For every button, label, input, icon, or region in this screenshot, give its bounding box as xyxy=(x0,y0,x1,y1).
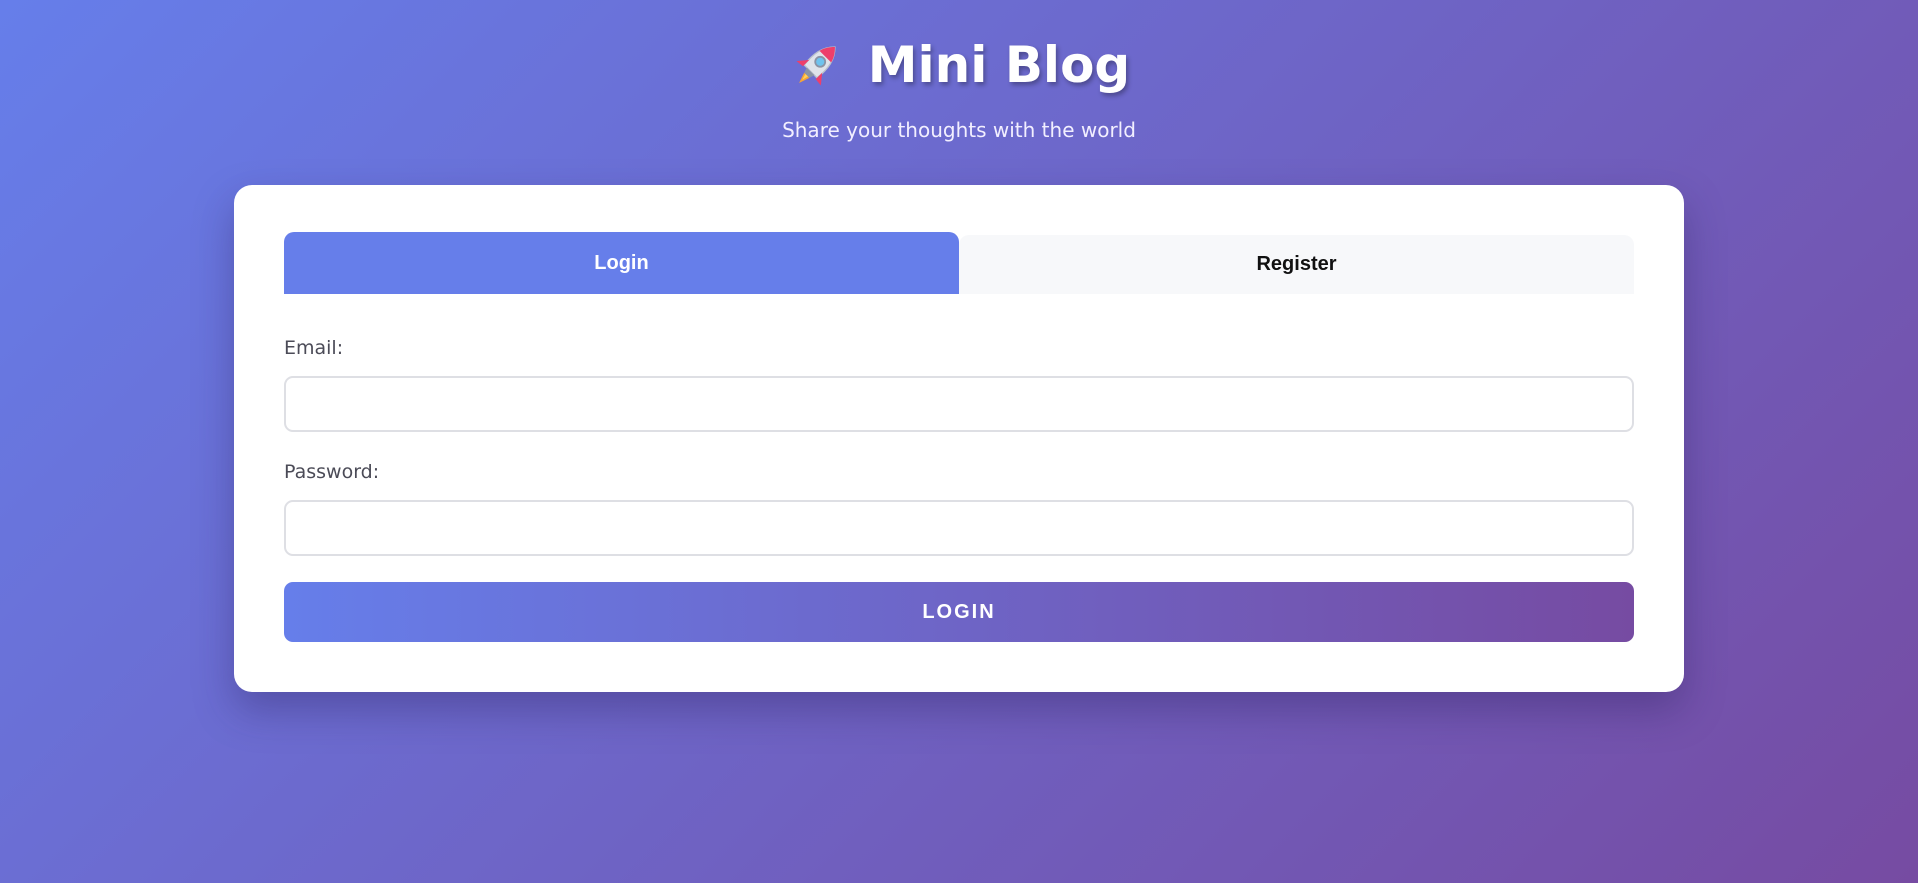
tab-register[interactable]: Register xyxy=(959,235,1634,294)
site-title-text: Mini Blog xyxy=(867,36,1131,94)
auth-tabs: Login Register xyxy=(284,232,1634,294)
password-label: Password: xyxy=(284,461,380,483)
email-label: Email: xyxy=(284,337,344,359)
login-button[interactable]: LOGIN xyxy=(284,582,1634,642)
password-field[interactable] xyxy=(284,500,1634,556)
site-subtitle: Share your thoughts with the world xyxy=(782,118,1136,142)
site-title: Mini Blog xyxy=(0,30,1918,100)
tab-login[interactable]: Login xyxy=(284,232,959,294)
email-field[interactable] xyxy=(284,376,1634,432)
rocket-icon xyxy=(788,36,846,94)
auth-card: Login Register Email: Password: LOGIN xyxy=(234,185,1684,692)
